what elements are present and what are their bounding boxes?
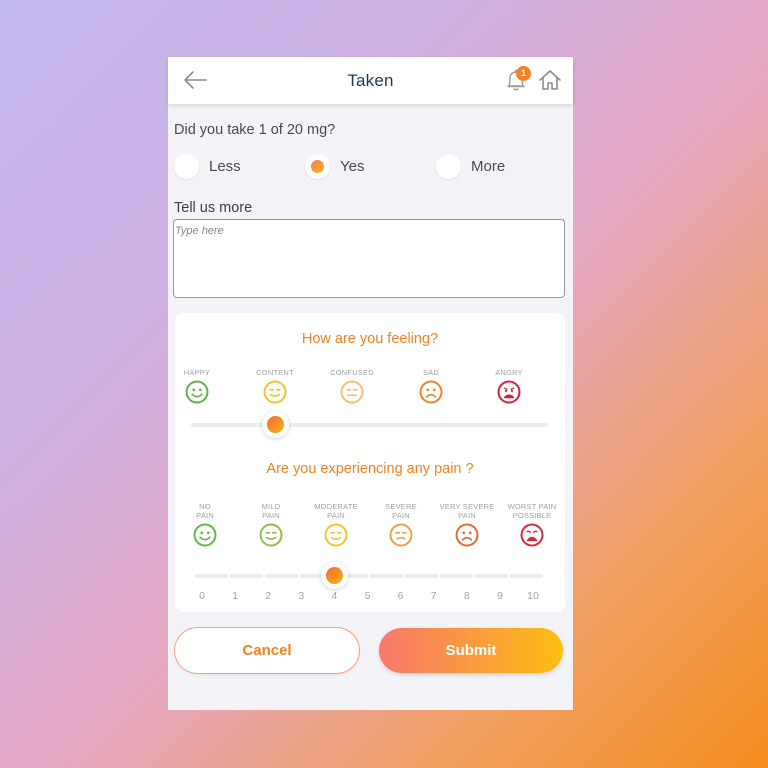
pain-scale-tick: 1: [232, 590, 239, 602]
pain-option-4[interactable]: VERY SEVERE PAIN: [433, 502, 501, 552]
radio-label: Less: [209, 157, 241, 175]
notification-badge: 1: [516, 66, 531, 81]
radio-label: More: [471, 157, 506, 175]
moderate-pain-face-icon: [302, 523, 370, 552]
severe-pain-face-icon: [367, 523, 435, 552]
pain-label-line1: NO: [199, 502, 211, 511]
dose-radio-group: Less Yes More: [174, 152, 569, 180]
pain-option-2[interactable]: MODERATE PAIN: [302, 502, 370, 552]
mild-pain-face-icon: [237, 523, 305, 552]
pain-slider-segment[interactable]: [405, 574, 438, 578]
pain-scale-tick: 7: [430, 590, 437, 602]
radio-label: Yes: [340, 157, 365, 175]
radio-circle[interactable]: [436, 153, 461, 179]
mood-slider-thumb[interactable]: [261, 411, 289, 438]
pain-label-line2: PAIN: [392, 511, 410, 520]
mood-option-confused[interactable]: CONFUSED: [322, 368, 382, 409]
radio-less[interactable]: Less: [174, 152, 241, 180]
phone-screen: Taken 1 Did you take 1 of 20 mg? Less Ye…: [168, 57, 573, 710]
pain-scale-tick: 3: [298, 590, 305, 602]
pain-label-line2: PAIN: [196, 511, 214, 520]
no-pain-face-icon: [171, 523, 239, 552]
mood-label: CONTENT: [256, 368, 294, 377]
notes-label: Tell us more: [174, 200, 253, 216]
mood-label: SAD: [422, 368, 440, 377]
pain-label-line1: WORST PAIN: [507, 502, 557, 511]
radio-circle[interactable]: [174, 153, 199, 179]
worst-pain-face-icon: [498, 523, 566, 552]
cancel-button[interactable]: Cancel: [175, 628, 359, 673]
pain-option-5[interactable]: WORST PAIN POSSIBLE: [498, 502, 566, 552]
mood-title: How are you feeling?: [301, 331, 439, 347]
pain-label-line2: PAIN: [458, 511, 476, 520]
pain-scale-tick: 0: [199, 590, 205, 602]
pain-option-0[interactable]: NO PAIN: [171, 502, 239, 552]
pain-slider-thumb[interactable]: [320, 562, 348, 589]
radio-more[interactable]: More: [436, 152, 505, 180]
pain-title: Are you experiencing any pain ?: [266, 461, 474, 477]
app-bar: Taken 1: [168, 57, 573, 104]
happy-face-icon: [167, 380, 227, 409]
pain-slider-segment[interactable]: [370, 574, 403, 578]
mood-option-angry[interactable]: ANGRY: [479, 368, 539, 409]
pain-label-line2: PAIN: [327, 511, 345, 520]
feelings-card: How are you feeling? HAPPY CONTENT CONFUSE…: [175, 313, 565, 612]
pain-label-line1: SEVERE: [385, 502, 417, 511]
pain-slider-segment[interactable]: [440, 574, 473, 578]
pain-slider-segment[interactable]: [475, 574, 508, 578]
radio-yes[interactable]: Yes: [305, 152, 364, 180]
notes-textarea[interactable]: [173, 219, 565, 298]
confused-face-icon: [322, 380, 382, 409]
pain-option-1[interactable]: MILD PAIN: [237, 502, 305, 552]
sad-face-icon: [401, 380, 461, 409]
mood-label: CONFUSED: [330, 368, 374, 377]
pain-slider-segment[interactable]: [265, 574, 298, 578]
mood-label: HAPPY: [183, 368, 211, 377]
pain-slider-segment[interactable]: [510, 574, 543, 578]
pain-label-line1: MODERATE: [314, 502, 358, 511]
pain-scale-tick: 2: [265, 590, 272, 602]
pain-label-line2: POSSIBLE: [512, 511, 552, 520]
very-severe-pain-face-icon: [433, 523, 501, 552]
pain-scale-tick: 6: [397, 590, 404, 602]
page-title: Taken: [347, 70, 394, 90]
home-icon[interactable]: [538, 68, 562, 92]
pain-scale-tick: 9: [496, 590, 503, 602]
mood-option-content[interactable]: CONTENT: [245, 368, 305, 409]
pain-scale-tick: 5: [364, 590, 371, 602]
pain-scale-tick: 10: [527, 590, 539, 602]
pain-label-line1: VERY SEVERE: [439, 502, 495, 511]
mood-option-sad[interactable]: SAD: [401, 368, 461, 409]
pain-slider-segment[interactable]: [230, 574, 263, 578]
mood-option-happy[interactable]: HAPPY: [167, 368, 227, 409]
submit-button[interactable]: Submit: [379, 628, 563, 673]
pain-slider-segment[interactable]: [195, 574, 228, 578]
pain-label-line2: PAIN: [262, 511, 280, 520]
pain-scale-tick: 8: [463, 590, 470, 602]
pain-scale-tick: 4: [331, 590, 338, 602]
radio-circle-selected[interactable]: [305, 153, 330, 179]
arrow-left-icon[interactable]: [182, 69, 208, 91]
angry-face-icon: [479, 380, 539, 409]
pain-option-3[interactable]: SEVERE PAIN: [367, 502, 435, 552]
mood-slider-track[interactable]: [191, 423, 548, 427]
pain-label-line1: MILD: [261, 502, 281, 511]
content-face-icon: [245, 380, 305, 409]
dose-question: Did you take 1 of 20 mg?: [174, 122, 336, 138]
mood-label: ANGRY: [495, 368, 523, 377]
